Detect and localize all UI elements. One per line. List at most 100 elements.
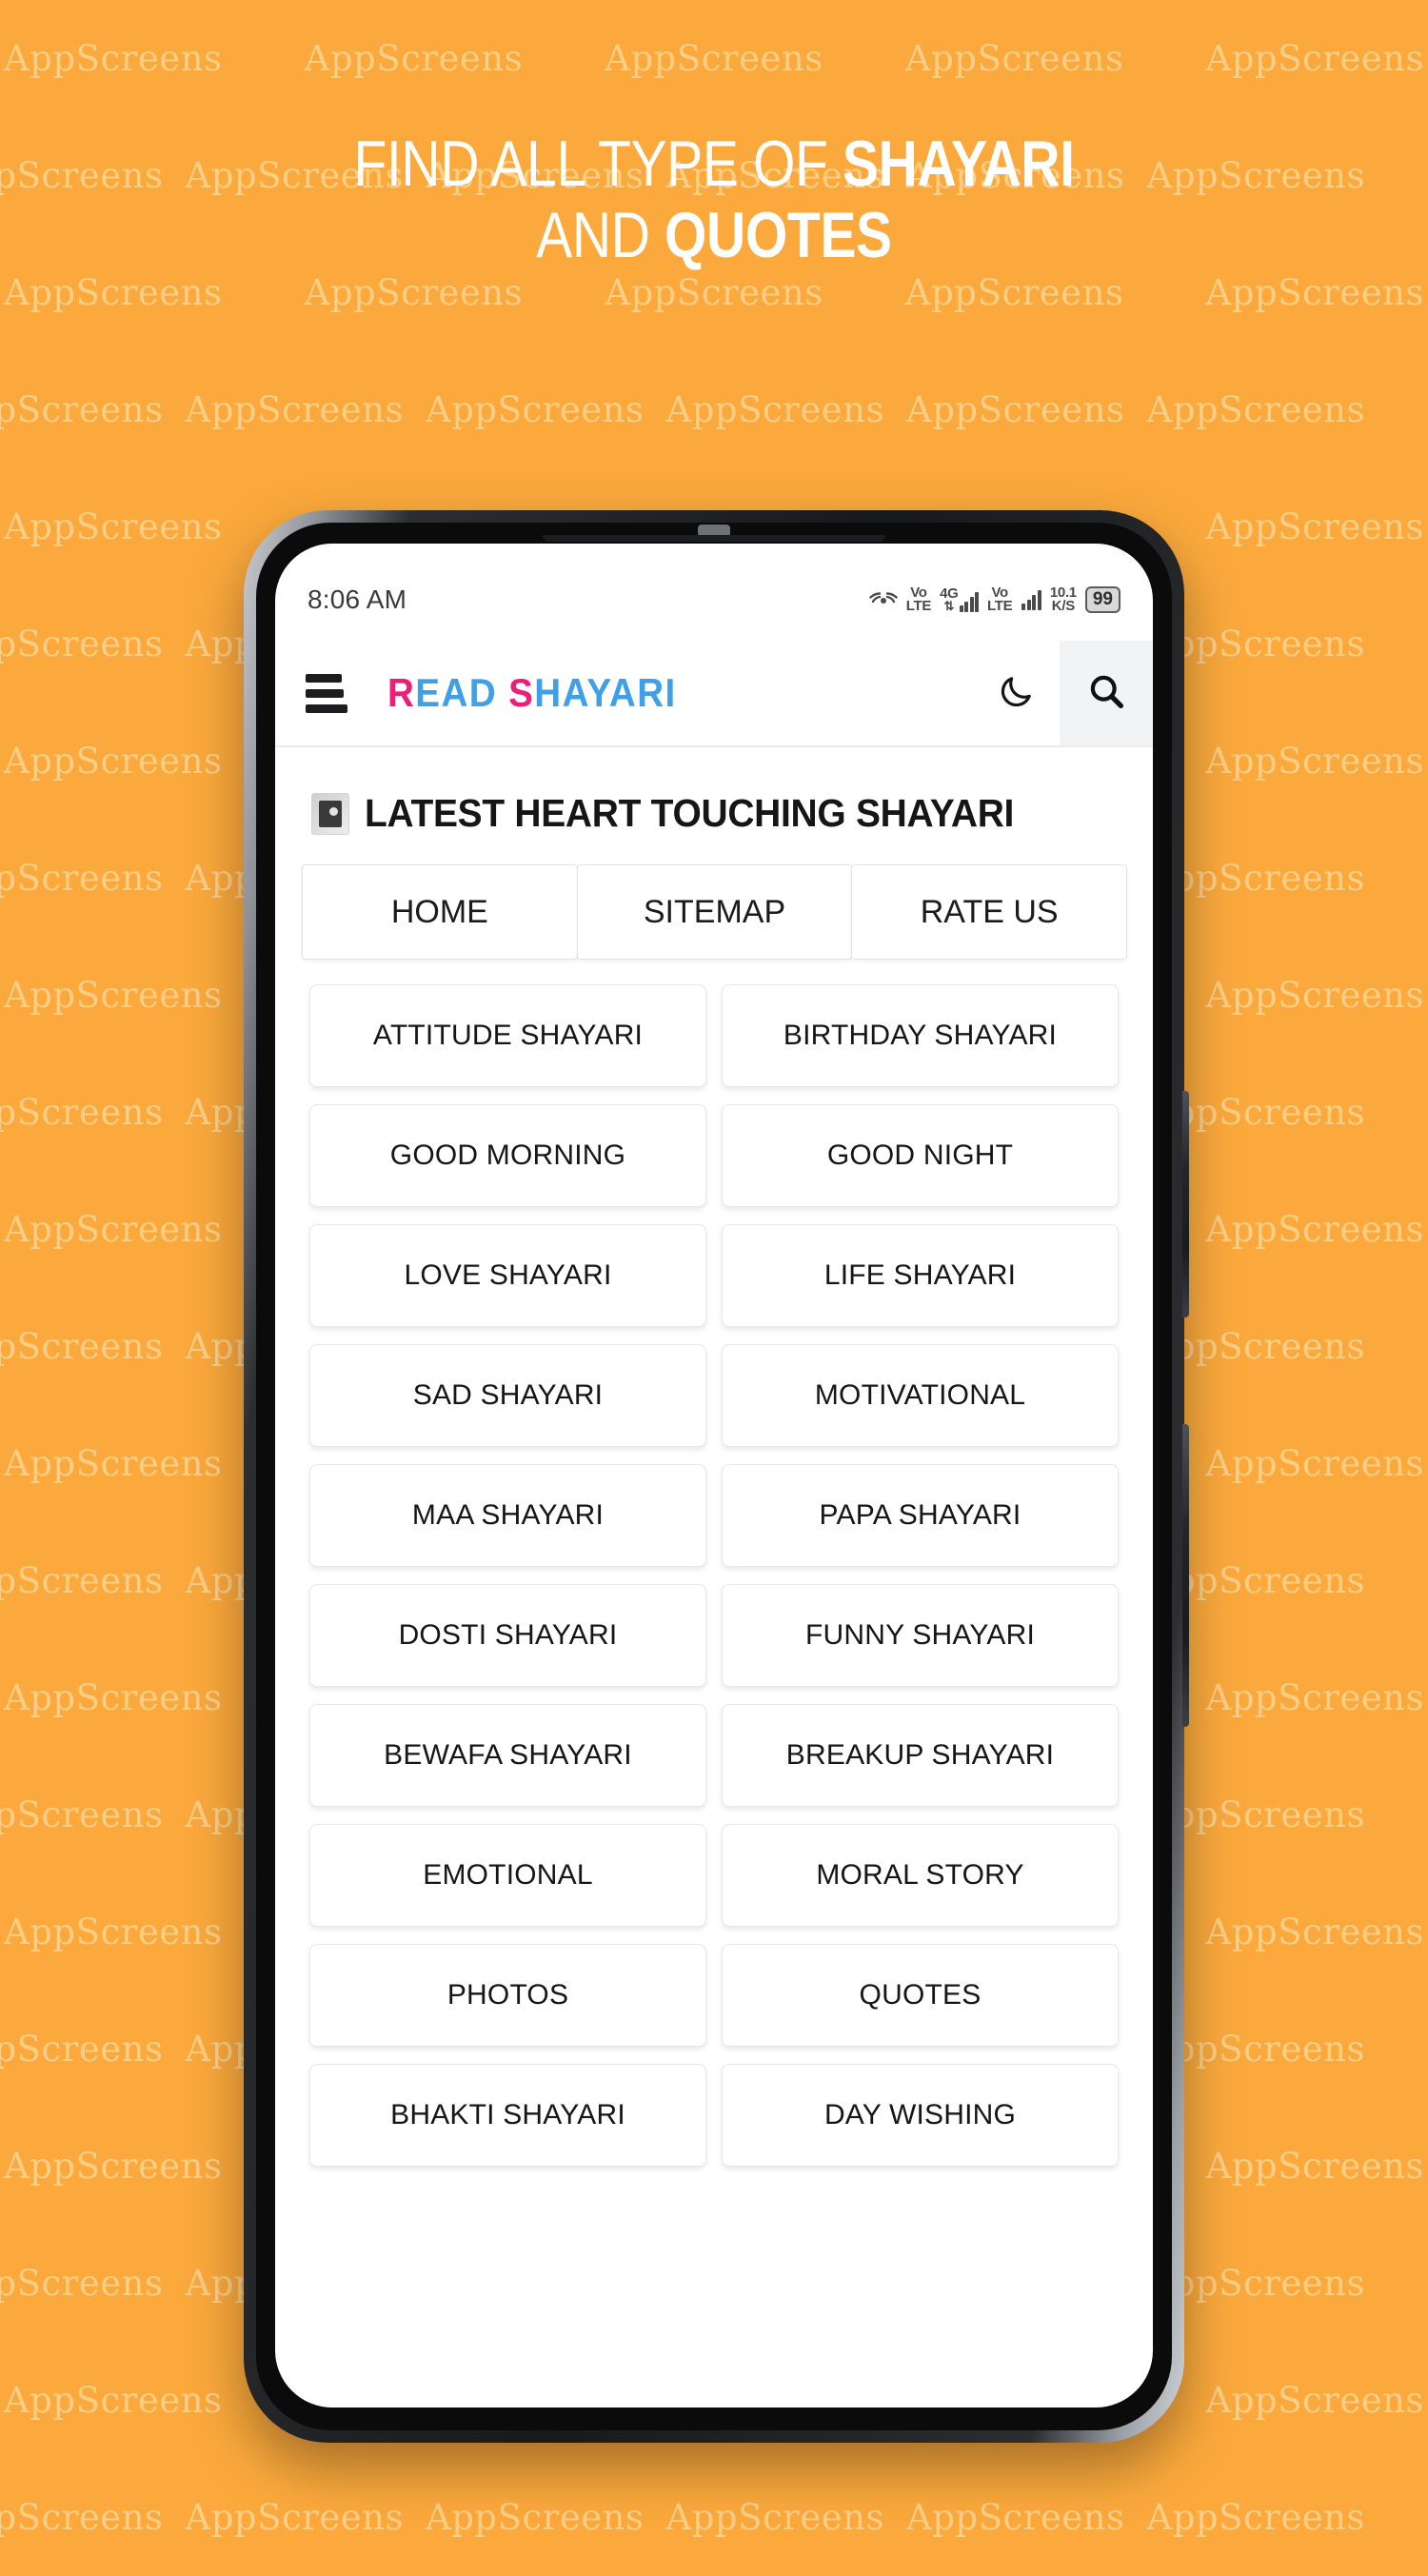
category-label: EMOTIONAL	[423, 1859, 593, 1891]
watermark-text: AppScreens	[0, 858, 164, 899]
category-emotional[interactable]: EMOTIONAL	[309, 1824, 706, 1927]
category-grid: ATTITUDE SHAYARI BIRTHDAY SHAYARI GOOD MOR…	[275, 973, 1153, 2193]
watermark-text: AppScreens	[1205, 975, 1424, 1016]
watermark-text: AppScreens	[1205, 38, 1424, 79]
search-button[interactable]	[1060, 641, 1153, 745]
category-label: GOOD MORNING	[389, 1139, 626, 1171]
volte2-bottom: LTE	[987, 598, 1013, 614]
category-maa-shayari[interactable]: MAA SHAYARI	[309, 1464, 706, 1567]
category-label: GOOD NIGHT	[826, 1139, 1014, 1171]
volume-button[interactable]	[1182, 1091, 1189, 1318]
tab-rate-us[interactable]: RATE US	[851, 864, 1128, 960]
category-label: MORAL STORY	[816, 1859, 1024, 1891]
category-label: DAY WISHING	[823, 2099, 1017, 2130]
category-photos[interactable]: PHOTOS	[309, 1944, 706, 2047]
watermark-text: AppScreens	[904, 38, 1124, 79]
category-dosti-shayari[interactable]: DOSTI SHAYARI	[309, 1584, 706, 1687]
category-label: BREAKUP SHAYARI	[785, 1739, 1055, 1771]
category-motivational[interactable]: MOTIVATIONAL	[722, 1344, 1119, 1447]
category-love-shayari[interactable]: LOVE SHAYARI	[309, 1224, 706, 1327]
category-papa-shayari[interactable]: PAPA SHAYARI	[722, 1464, 1119, 1567]
category-sad-shayari[interactable]: SAD SHAYARI	[309, 1344, 706, 1447]
category-attitude-shayari[interactable]: ATTITUDE SHAYARI	[309, 984, 706, 1087]
watermark-text: AppScreens	[1146, 2497, 1365, 2538]
category-life-shayari[interactable]: LIFE SHAYARI	[722, 1224, 1119, 1327]
watermark-text: AppScreens	[1205, 1443, 1424, 1484]
headline-line2-light: AND	[536, 199, 665, 272]
promo-headline: FIND ALL TYPE OF SHAYARI AND QUOTES	[114, 128, 1314, 272]
headline-line1-bold: SHAYARI	[842, 128, 1075, 200]
watermark-row: AppScreens AppScreens AppScreens AppScreens…	[0, 2459, 1369, 2576]
wifi-icon	[869, 588, 898, 611]
volte-indicator-1: Vo LTE	[906, 585, 932, 613]
watermark-text: AppScreens	[906, 2497, 1125, 2538]
watermark-text: AppScreens	[1205, 1677, 1424, 1718]
watermark-text: AppScreens	[0, 624, 164, 664]
watermark-text: AppScreens	[1205, 2380, 1424, 2421]
tab-label: HOME	[390, 893, 488, 930]
watermark-text: AppScreens	[1205, 1912, 1424, 1952]
watermark-text: AppScreens	[0, 2263, 164, 2304]
nav-tabs: HOME SITEMAP RATE US	[302, 864, 1128, 960]
headline-line1-light: FIND ALL TYPE OF	[353, 128, 843, 200]
category-bhakti-shayari[interactable]: BHAKTI SHAYARI	[309, 2064, 706, 2167]
category-label: MAA SHAYARI	[411, 1499, 605, 1531]
category-funny-shayari[interactable]: FUNNY SHAYARI	[722, 1584, 1119, 1687]
category-birthday-shayari[interactable]: BIRTHDAY SHAYARI	[722, 984, 1119, 1087]
hamburger-menu-icon[interactable]	[306, 673, 347, 713]
watermark-text: AppScreens	[304, 38, 524, 79]
category-moral-story[interactable]: MORAL STORY	[722, 1824, 1119, 1927]
watermark-text: AppScreens	[0, 1560, 164, 1601]
logo-letter-s: S	[508, 670, 535, 715]
battery-indicator: 99	[1084, 586, 1121, 613]
status-icons: Vo LTE 4G ⇅ Vo LTE 10.1 K/S 99	[869, 585, 1121, 614]
watermark-text: AppScreens	[4, 2146, 223, 2187]
category-label: FUNNY SHAYARI	[805, 1619, 1035, 1651]
watermark-text: AppScreens	[605, 38, 823, 79]
category-label: LOVE SHAYARI	[404, 1259, 612, 1291]
watermark-text: AppScreens	[426, 2497, 645, 2538]
category-label: LIFE SHAYARI	[823, 1259, 1017, 1291]
watermark-text: AppScreens	[1205, 2146, 1424, 2187]
headline-line2-bold: QUOTES	[664, 199, 892, 272]
watermark-text: AppScreens	[1205, 741, 1424, 782]
tab-label: RATE US	[920, 893, 1059, 930]
category-label: BEWAFA SHAYARI	[384, 1739, 632, 1771]
phone-notch	[543, 535, 885, 542]
category-label: BHAKTI SHAYARI	[390, 2099, 625, 2130]
section-title: LATEST HEART TOUCHING SHAYARI	[365, 791, 1015, 835]
watermark-text: AppScreens	[1205, 1209, 1424, 1250]
category-good-night[interactable]: GOOD NIGHT	[722, 1104, 1119, 1207]
category-quotes[interactable]: QUOTES	[722, 1944, 1119, 2047]
network-type-indicator: 4G ⇅	[940, 586, 980, 612]
category-breakup-shayari[interactable]: BREAKUP SHAYARI	[722, 1704, 1119, 1807]
signal-bars-1	[959, 591, 980, 612]
app-logo[interactable]: READ SHAYARI	[387, 670, 677, 716]
section-heading: LATEST HEART TOUCHING SHAYARI	[275, 747, 1153, 864]
category-label: QUOTES	[859, 1979, 982, 2011]
category-day-wishing[interactable]: DAY WISHING	[722, 2064, 1119, 2167]
watermark-text: AppScreens	[0, 1794, 164, 1835]
watermark-text: AppScreens	[0, 1326, 164, 1367]
tab-home[interactable]: HOME	[302, 864, 578, 960]
category-label: ATTITUDE SHAYARI	[372, 1020, 644, 1051]
category-good-morning[interactable]: GOOD MORNING	[309, 1104, 706, 1207]
watermark-text: AppScreens	[185, 2497, 404, 2538]
logo-ead: EAD	[415, 670, 509, 715]
category-bewafa-shayari[interactable]: BEWAFA SHAYARI	[309, 1704, 706, 1807]
watermark-row: AppScreens AppScreens AppScreens AppScreens…	[0, 0, 1428, 117]
watermark-text: AppScreens	[185, 389, 404, 430]
watermark-text: AppScreens	[4, 1677, 223, 1718]
watermark-text: AppScreens	[426, 389, 645, 430]
power-button[interactable]	[1182, 1424, 1189, 1727]
data-rate-indicator: 10.1 K/S	[1050, 585, 1077, 613]
watermark-text: AppScreens	[0, 2029, 164, 2070]
tab-sitemap[interactable]: SITEMAP	[576, 864, 853, 960]
watermark-row: AppScreens AppScreens AppScreens AppScreens…	[0, 351, 1369, 468]
category-label: PHOTOS	[446, 1979, 569, 2011]
watermark-text: AppScreens	[4, 975, 223, 1016]
watermark-text: AppScreens	[4, 1912, 223, 1952]
dark-mode-toggle-button[interactable]	[972, 641, 1060, 745]
phone-bezel: 8:06 AM Vo LTE 4G ⇅ Vo LTE 10.1 K/S 99 R…	[256, 523, 1172, 2430]
phone-mockup: 8:06 AM Vo LTE 4G ⇅ Vo LTE 10.1 K/S 99 R…	[244, 510, 1189, 2443]
